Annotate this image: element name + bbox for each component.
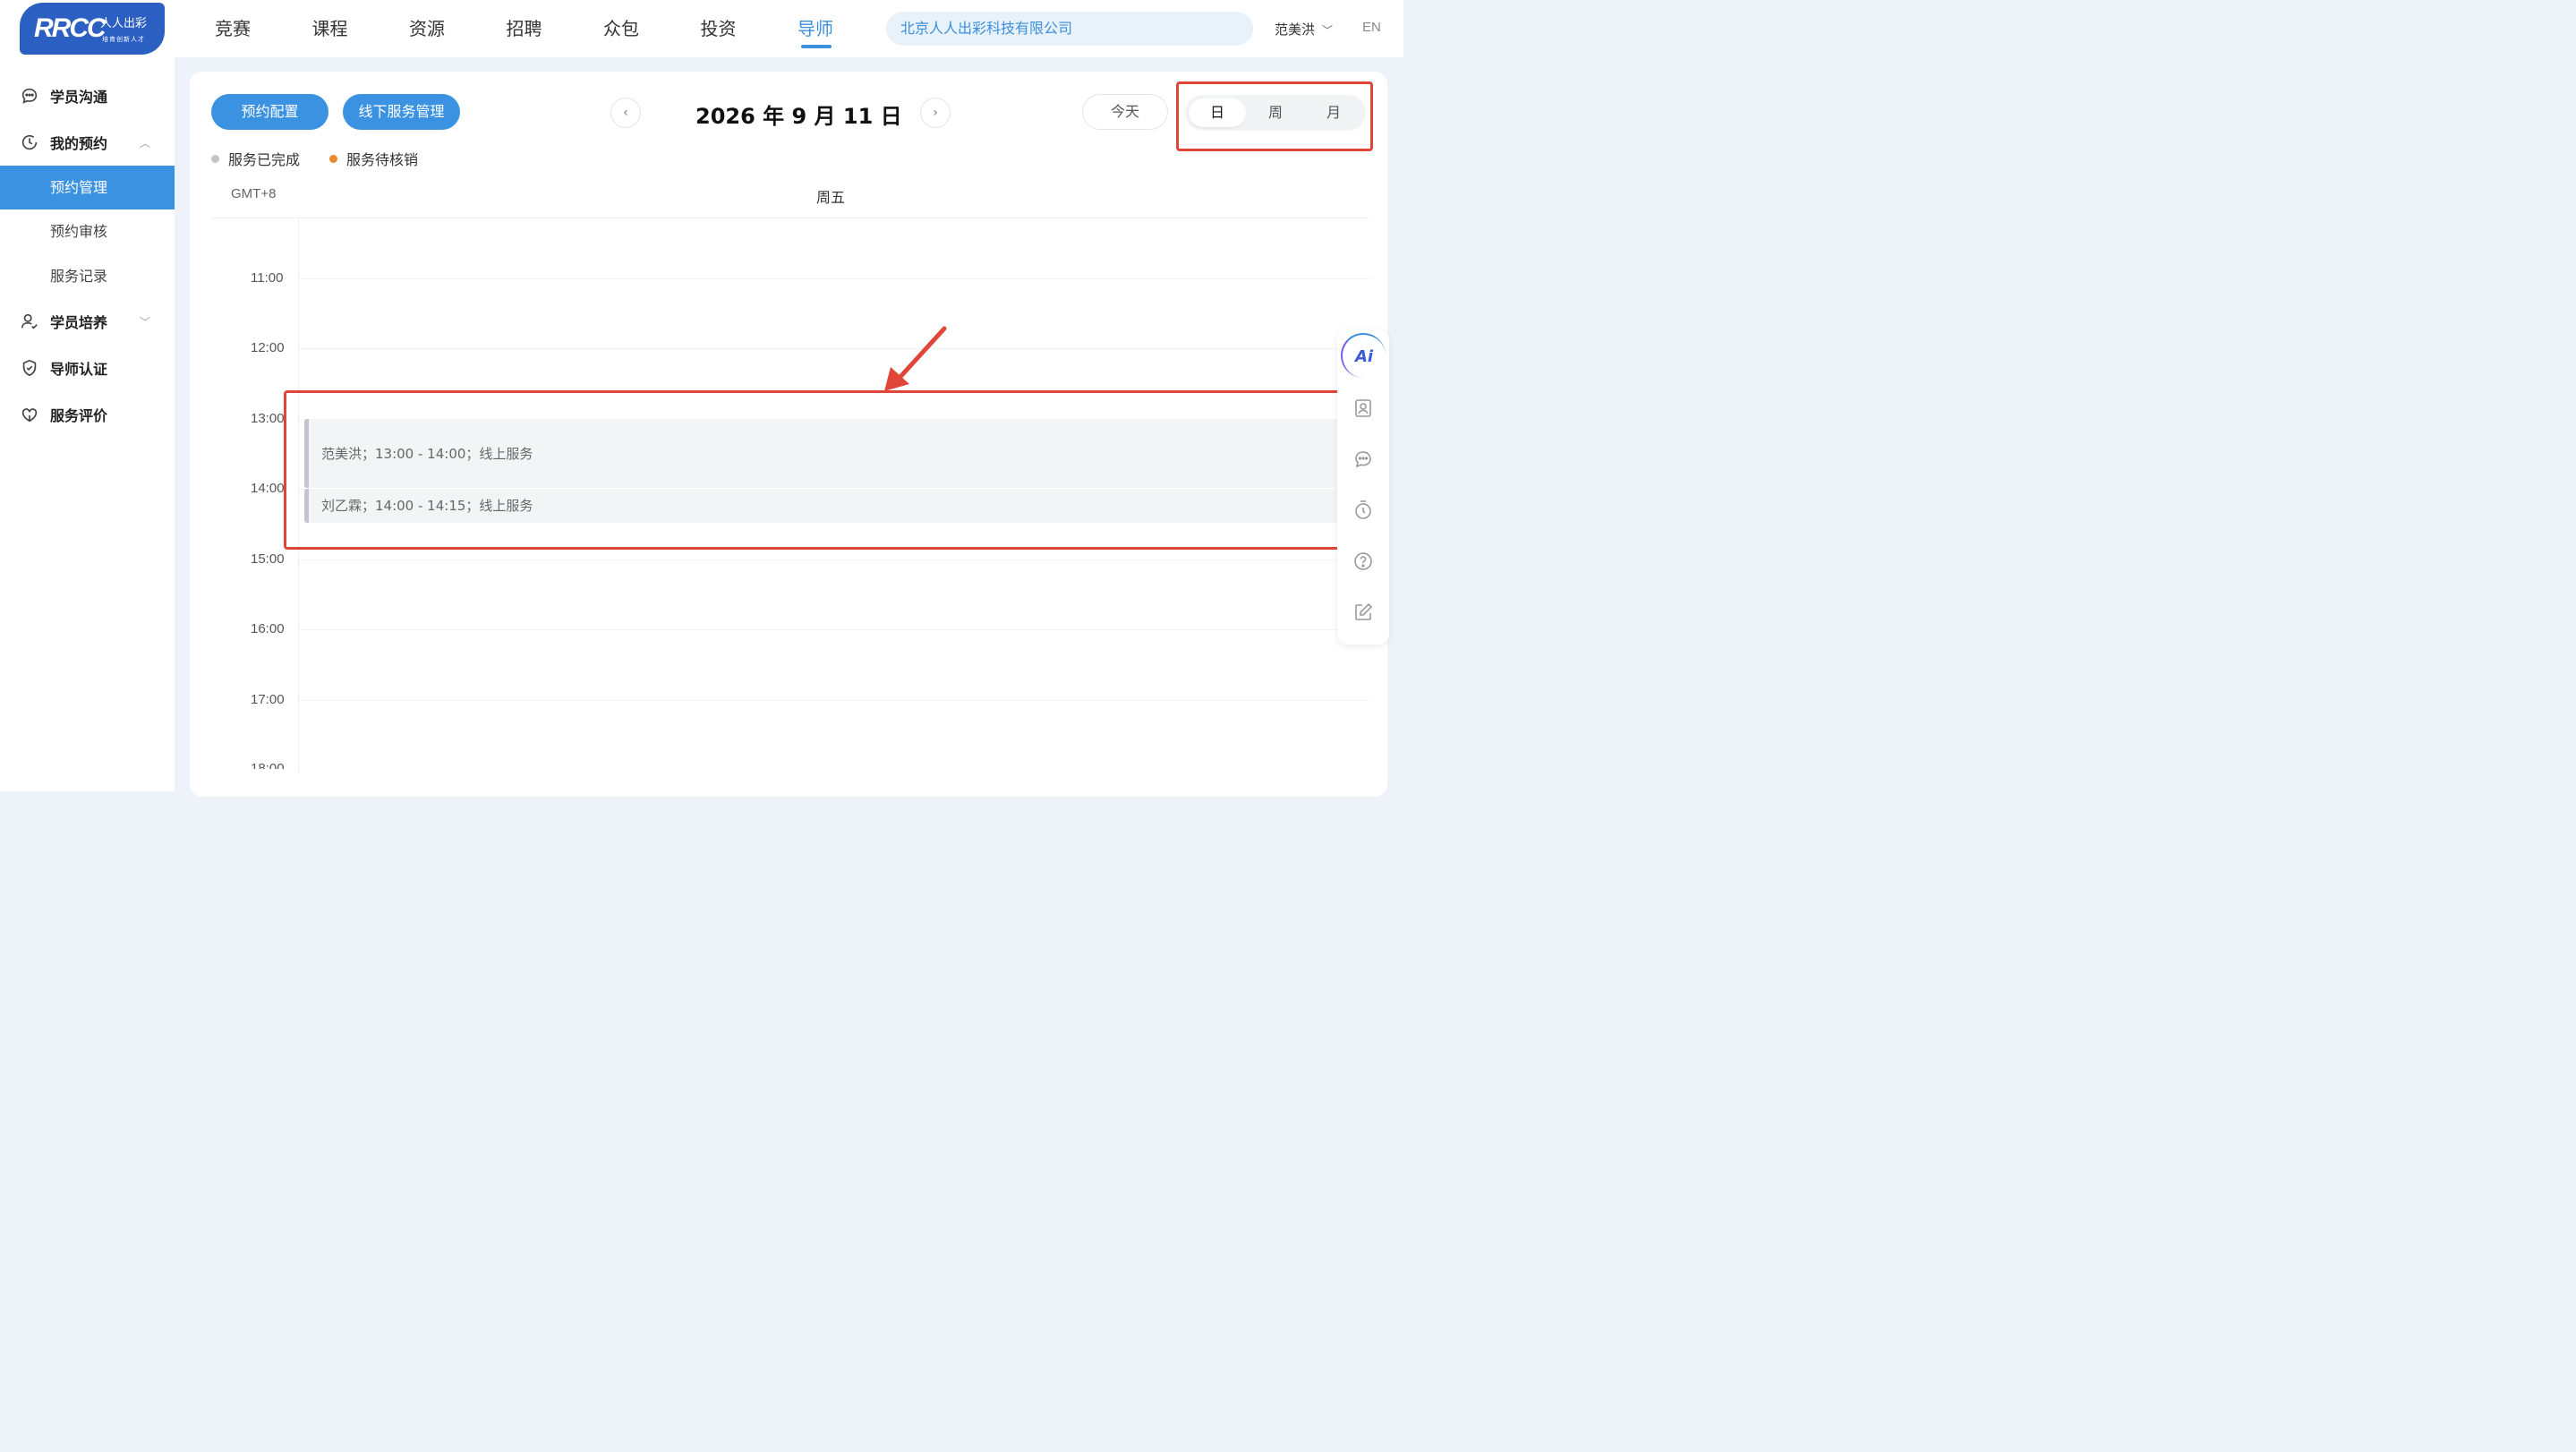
annotation-arrow [884, 326, 947, 391]
timer-icon[interactable] [1352, 500, 1374, 521]
floating-toolbar: Ai [1337, 329, 1389, 645]
contact-card-icon[interactable] [1352, 397, 1374, 419]
edit-icon[interactable] [1352, 602, 1374, 623]
help-icon[interactable] [1352, 551, 1374, 572]
message-icon[interactable] [1352, 448, 1374, 470]
ai-assistant-icon[interactable]: Ai [1341, 333, 1386, 378]
